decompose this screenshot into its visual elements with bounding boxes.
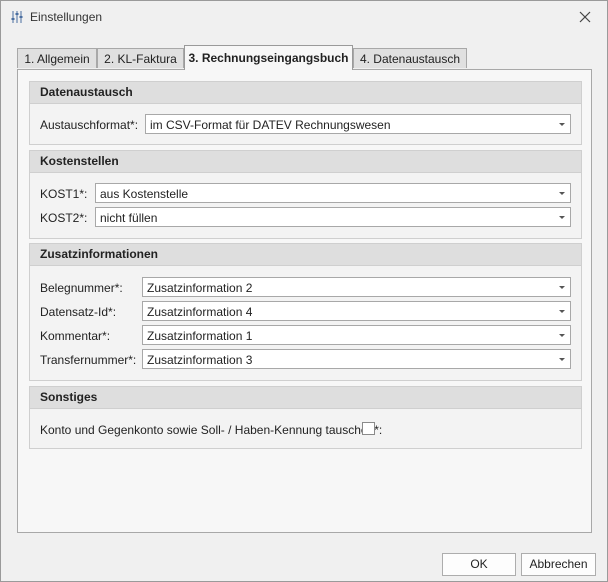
group-title: Sonstiges (30, 387, 581, 409)
kommentar-select[interactable]: Zusatzinformation 1 (142, 325, 571, 345)
tauschen-checkbox[interactable] (362, 422, 375, 435)
select-value: Zusatzinformation 1 (147, 329, 253, 343)
group-datenaustausch: Datenaustausch Austauschformat*: im CSV-… (29, 81, 582, 145)
select-value: im CSV-Format für DATEV Rechnungswesen (150, 118, 391, 132)
select-value: Zusatzinformation 3 (147, 353, 253, 367)
chevron-down-icon (559, 216, 565, 219)
kost2-select[interactable]: nicht füllen (95, 207, 571, 227)
ok-button[interactable]: OK (442, 553, 516, 576)
select-value: aus Kostenstelle (100, 187, 189, 201)
group-zusatzinformationen: Zusatzinformationen Belegnummer*: Zusatz… (29, 243, 582, 381)
kost1-select[interactable]: aus Kostenstelle (95, 183, 571, 203)
group-kostenstellen: Kostenstellen KOST1*: aus Kostenstelle K… (29, 150, 582, 239)
belegnummer-label: Belegnummer*: (40, 281, 123, 295)
tab-rechnungseingangsbuch[interactable]: 3. Rechnungseingangsbuch (184, 45, 353, 70)
select-value: nicht füllen (100, 211, 158, 225)
tab-allgemein[interactable]: 1. Allgemein (17, 48, 97, 68)
chevron-down-icon (559, 334, 565, 337)
select-value: Zusatzinformation 2 (147, 281, 253, 295)
chevron-down-icon (559, 192, 565, 195)
kommentar-label: Kommentar*: (40, 329, 111, 343)
close-icon (579, 11, 591, 23)
kost1-label: KOST1*: (40, 187, 88, 201)
tauschen-label: Konto und Gegenkonto sowie Soll- / Haben… (40, 423, 383, 437)
tab-panel: Datenaustausch Austauschformat*: im CSV-… (17, 69, 592, 533)
chevron-down-icon (559, 123, 565, 126)
kost2-label: KOST2*: (40, 211, 88, 225)
transfernummer-label: Transfernummer*: (40, 353, 137, 367)
group-title: Datenaustausch (30, 82, 581, 104)
tab-datenaustausch[interactable]: 4. Datenaustausch (353, 48, 467, 68)
cancel-button[interactable]: Abbrechen (521, 553, 596, 576)
chevron-down-icon (559, 286, 565, 289)
group-title: Zusatzinformationen (30, 244, 581, 266)
datensatz-id-label: Datensatz-Id*: (40, 305, 117, 319)
tab-kl-faktura[interactable]: 2. KL-Faktura (97, 48, 184, 68)
transfernummer-select[interactable]: Zusatzinformation 3 (142, 349, 571, 369)
chevron-down-icon (559, 310, 565, 313)
austauschformat-select[interactable]: im CSV-Format für DATEV Rechnungswesen (145, 114, 571, 134)
group-sonstiges: Sonstiges Konto und Gegenkonto sowie Sol… (29, 386, 582, 449)
sliders-icon (10, 10, 24, 24)
group-title: Kostenstellen (30, 151, 581, 173)
datensatz-id-select[interactable]: Zusatzinformation 4 (142, 301, 571, 321)
settings-dialog: Einstellungen 1. Allgemein 2. KL-Faktura… (0, 0, 608, 582)
title-bar: Einstellungen (1, 1, 607, 33)
window-title: Einstellungen (30, 10, 103, 24)
belegnummer-select[interactable]: Zusatzinformation 2 (142, 277, 571, 297)
close-button[interactable] (571, 5, 599, 29)
select-value: Zusatzinformation 4 (147, 305, 253, 319)
austauschformat-label: Austauschformat*: (40, 118, 139, 132)
chevron-down-icon (559, 358, 565, 361)
